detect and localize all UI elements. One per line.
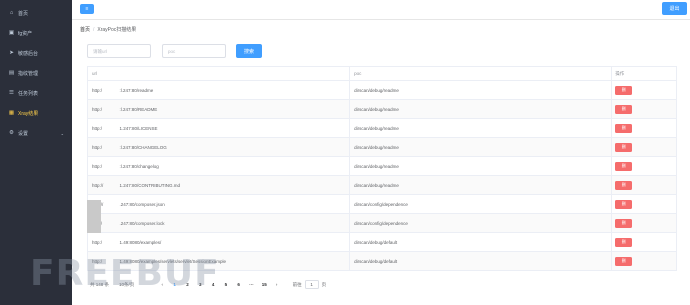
table-row: http:/ :l.247:80/changelog dirscan/debug/… [88,157,676,176]
poc-search-input[interactable] [162,44,226,58]
cell-url: http:// .247:80/composer.json [88,195,351,213]
sidebar-item-4[interactable]: ☰ 任务列表 [0,83,72,103]
cell-actions: 删 [612,214,676,232]
cell-url: http:/ 1.49:8080/examples/ [88,233,351,251]
search-button[interactable]: 搜索 [236,44,262,58]
sidebar-item-label: fg资产 [18,30,33,37]
sidebar-item-1[interactable]: ▣ fg资产 [0,23,72,43]
table-row: http:// .247:80/composer.json dirscan/con… [88,195,676,214]
cell-url: http:/ :l.247:80/readme [88,81,351,99]
sidebar-item-label: 指纹管理 [18,70,39,77]
url-search-input[interactable] [87,44,151,58]
delete-button[interactable]: 删 [615,256,633,266]
filter-bar: 搜索 [87,44,262,58]
pagination-ellipsis[interactable]: ··· [245,282,258,287]
freebuf-watermark: FREEBUF [30,253,220,294]
table-row: http:// 1.247:80/CONTRIBUTING.md dirscan/… [88,176,676,195]
page-number[interactable]: 5 [219,282,232,287]
cell-actions: 删 [612,176,676,194]
sidebar-item-2[interactable]: ➤ 敏感后台 [0,43,72,63]
sidebar-item-label: 设置 [18,130,29,137]
cell-actions: 删 [612,252,676,270]
delete-button[interactable]: 删 [615,104,633,114]
sidebar-item-label: 首页 [18,10,29,17]
sidebar-item-3[interactable]: ▤ 指纹管理 [0,63,72,83]
chevron-down-icon: ⌄ [60,130,64,136]
breadcrumb-home[interactable]: 首页 [80,27,90,33]
sidebar-item-label: Xray结果 [18,110,39,117]
page-jump: 前往 1 页 [292,280,327,289]
breadcrumb: 首页 / XrayPoc扫描结果 [80,26,136,33]
cell-actions: 删 [612,138,676,156]
breadcrumb-current: XrayPoc扫描结果 [97,27,137,33]
page-number[interactable]: 15 [258,282,271,287]
sidebar-item-6[interactable]: ⚙ 设置 ⌄ [0,123,72,143]
sidebar-item-label: 任务列表 [18,90,39,97]
table-row: http:/ 1.49:8080/examples/dirscan/debug/… [88,233,676,252]
asset-icon: ▣ [8,30,15,36]
top-bar: ≡ 退出 [72,0,690,20]
cell-poc: dirscan/debug/default [350,233,613,251]
task-list-icon: ☰ [9,90,14,96]
home-icon: ⌂ [9,10,14,16]
cell-poc: dirscan/debug/default [350,252,613,270]
table-row: http:/ :l.247:80/readme dirscan/debug/rea… [88,81,676,100]
delete-button[interactable]: 删 [615,123,633,133]
column-header-poc: poc [350,67,613,80]
goto-suffix: 页 [321,281,327,287]
delete-button[interactable]: 删 [615,85,633,95]
cell-url: http:/ :l.247:80/CHANGELOG [88,138,351,156]
redaction-block [87,200,101,233]
delete-button[interactable]: 删 [615,142,633,152]
delete-button[interactable]: 删 [615,218,633,228]
goto-prefix: 前往 [292,281,302,287]
sidebar-item-0[interactable]: ⌂ 首页 [0,3,72,23]
delete-button[interactable]: 删 [615,161,633,171]
cell-poc: dirscan/config/dependence [350,214,613,232]
cell-actions: 删 [612,157,676,175]
sidebar-item-label: 敏感后台 [18,50,39,57]
sidebar-item-5[interactable]: ▦ Xray结果 [0,103,72,123]
delete-button[interactable]: 删 [615,237,633,247]
cell-url: http:// 1.247:80/CONTRIBUTING.md [88,176,351,194]
logout-button[interactable]: 退出 [662,2,687,15]
menu-icon: ≡ [85,6,89,12]
table-row: http:/ 1.247:80/LICENSE dirscan/debug/rea… [88,119,676,138]
fingerprint-icon: ▤ [8,70,15,76]
cell-actions: 删 [612,119,676,137]
cell-url: http:/ 1.247:80/LICENSE [88,119,351,137]
table-header: url poc 操作 [88,67,676,81]
settings-icon: ⚙ [9,130,14,136]
cell-url: http:/ :l.247:80/README [88,100,351,118]
menu-toggle-button[interactable]: ≡ [80,4,94,14]
column-header-url: url [88,67,351,80]
xray-icon: ▦ [8,110,15,116]
delete-button[interactable]: 删 [615,199,633,209]
cell-poc: dirscan/debug/readme [350,100,613,118]
cell-poc: dirscan/config/dependence [350,195,613,213]
cell-actions: 删 [612,233,676,251]
cell-actions: 删 [612,195,676,213]
delete-button[interactable]: 删 [615,180,633,190]
table-row: http:/ :l.247:80/README dirscan/debug/rea… [88,100,676,119]
cell-actions: 删 [612,100,676,118]
next-page-button[interactable]: › [271,282,283,287]
page-number[interactable]: 6 [232,282,245,287]
cell-url: http:/ .247:80/composer.lock [88,214,351,232]
goto-page-input[interactable]: 1 [304,280,319,289]
cell-poc: dirscan/debug/readme [350,176,613,194]
column-header-actions: 操作 [615,70,625,76]
cell-poc: dirscan/debug/readme [350,81,613,99]
cell-url: http:/ :l.247:80/changelog [88,157,351,175]
table-row: http:/ .247:80/composer.lock dirscan/conf… [88,214,676,233]
table-row: http:/ :l.247:80/CHANGELOG dirscan/debug/… [88,138,676,157]
send-icon: ➤ [9,50,14,56]
cell-poc: dirscan/debug/readme [350,119,613,137]
cell-actions: 删 [612,81,676,99]
cell-poc: dirscan/debug/readme [350,138,613,156]
results-table: url poc 操作 http:/ :l.247:80/readme dirsca… [87,66,677,271]
breadcrumb-separator: / [93,27,95,33]
cell-poc: dirscan/debug/readme [350,157,613,175]
